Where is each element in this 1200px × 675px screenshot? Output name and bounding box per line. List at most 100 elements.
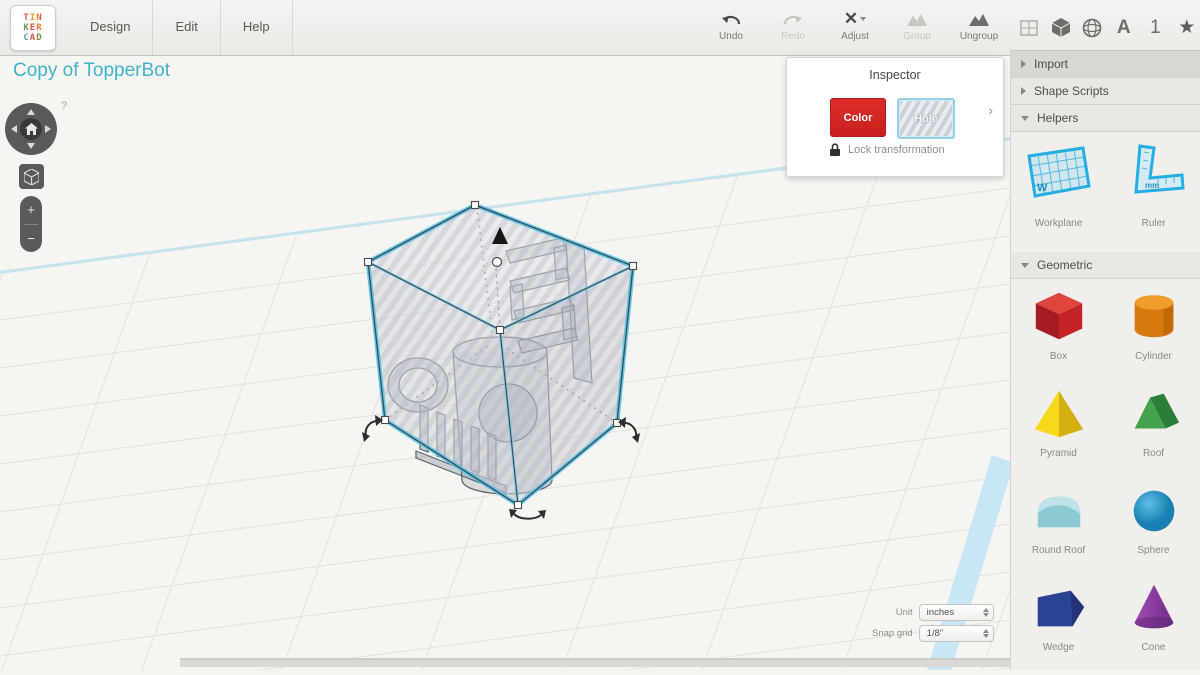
design-title[interactable]: Copy of TopperBot <box>13 60 170 82</box>
unit-label: Unit <box>896 607 913 618</box>
menu-edit[interactable]: Edit <box>153 0 220 55</box>
logo-row: CAD <box>23 33 42 43</box>
helper-workplane[interactable]: W Workplane <box>1011 140 1106 252</box>
snap-grid-select[interactable]: 1/8" <box>919 625 994 642</box>
view-cube-button[interactable] <box>19 164 44 189</box>
workplane-category-button[interactable] <box>1018 15 1041 41</box>
helper-label: Workplane <box>1011 218 1106 229</box>
text-category-button[interactable]: A <box>1113 15 1136 41</box>
snap-grid-label: Snap grid <box>872 628 913 639</box>
chevron-down-icon <box>1021 263 1029 268</box>
orbit-control[interactable] <box>5 103 57 155</box>
holes-category-button[interactable] <box>1081 15 1104 41</box>
chevron-right-icon <box>1021 87 1026 95</box>
group-icon <box>886 8 948 30</box>
ruler-helper-icon: mm <box>1114 140 1194 210</box>
favorites-category-button[interactable]: ★ <box>1176 15 1199 41</box>
adjust-button[interactable]: ✕ Adjust <box>824 0 886 55</box>
stepper-icon <box>983 608 989 617</box>
roof-shape-icon <box>1125 383 1183 443</box>
undo-icon <box>700 8 762 30</box>
tinkercad-logo[interactable]: TIN KER CAD <box>10 5 56 51</box>
home-view-button[interactable] <box>20 118 42 140</box>
chevron-down-icon <box>1021 116 1029 121</box>
cylinder-shape-icon <box>1125 286 1183 346</box>
ungroup-icon <box>948 8 1010 30</box>
section-geometric[interactable]: Geometric <box>1011 252 1200 279</box>
shape-roof[interactable]: Roof <box>1106 376 1200 473</box>
top-toolbar: TIN KER CAD Design Edit Help Undo Redo ✕… <box>0 0 1200 56</box>
logo-row: TIN <box>23 13 42 23</box>
color-swatch-button[interactable]: Color <box>830 98 886 137</box>
redo-icon <box>762 8 824 30</box>
adjust-icon: ✕ <box>824 8 886 30</box>
view-cube-icon <box>24 169 39 185</box>
pyramid-shape-icon <box>1030 383 1088 443</box>
menu-help[interactable]: Help <box>221 0 293 55</box>
redo-button[interactable]: Redo <box>762 0 824 55</box>
top-scale-handle[interactable] <box>493 258 502 267</box>
menu-bar: Design Edit Help <box>68 0 293 55</box>
geometric-shapes-list: Box Cylinder Pyramid Roof <box>1011 279 1200 667</box>
wire-sphere-icon <box>1081 17 1103 39</box>
lock-transformation-label: Lock transformation <box>848 144 945 156</box>
orbit-right-icon[interactable] <box>45 125 51 133</box>
orbit-up-icon[interactable] <box>27 109 35 115</box>
shape-cone[interactable]: Cone <box>1106 570 1200 667</box>
section-shape-scripts[interactable]: Shape Scripts <box>1011 78 1200 105</box>
ruler-unit: mm <box>1145 181 1159 190</box>
group-button[interactable]: Group <box>886 0 948 55</box>
cube-icon <box>1050 16 1072 39</box>
lock-transformation-toggle[interactable]: Lock transformation <box>829 143 945 157</box>
round-roof-shape-icon <box>1030 480 1088 540</box>
logo-row: KER <box>23 23 42 33</box>
chevron-right-icon <box>1021 60 1026 68</box>
grid-settings: Unit inches Snap grid 1/8" <box>872 604 994 642</box>
workplane-grid-icon <box>1018 17 1040 39</box>
helpers-list: W Workplane mm Ruler <box>1011 132 1200 252</box>
solids-category-button[interactable] <box>1050 15 1073 41</box>
shapes-sidebar: Import Shape Scripts Helpers W Workplane <box>1010 50 1200 670</box>
model-topperbot[interactable] <box>362 202 640 520</box>
shape-wedge[interactable]: Wedge <box>1011 570 1106 667</box>
shape-category-bar: A 1 ★ <box>1018 0 1198 55</box>
zoom-out-button[interactable]: − <box>20 225 42 253</box>
zoom-in-button[interactable]: + <box>20 196 42 224</box>
inspector-title: Inspector <box>787 68 1003 82</box>
inspector-expand-chevron[interactable]: › <box>988 102 993 118</box>
canvas-bottom-strip <box>180 658 1010 660</box>
canvas-bottom-strip2 <box>180 660 1010 667</box>
helper-ruler[interactable]: mm Ruler <box>1106 140 1200 252</box>
section-import[interactable]: Import <box>1011 50 1200 78</box>
workplane-helper-icon: W <box>1019 140 1099 210</box>
stepper-icon <box>983 629 989 638</box>
shape-sphere[interactable]: Sphere <box>1106 473 1200 570</box>
inspector-panel: Inspector Color Hole › Lock transformati… <box>786 57 1004 177</box>
box-shape-icon <box>1030 286 1088 346</box>
lock-icon <box>829 143 841 157</box>
action-toolbar: Undo Redo ✕ Adjust Group Ungroup <box>700 0 1012 55</box>
sphere-shape-icon <box>1125 480 1183 540</box>
zoom-control[interactable]: + − <box>20 196 42 252</box>
shape-pyramid[interactable]: Pyramid <box>1011 376 1106 473</box>
orbit-left-icon[interactable] <box>11 125 17 133</box>
shape-round-roof[interactable]: Round Roof <box>1011 473 1106 570</box>
menu-design[interactable]: Design <box>68 0 153 55</box>
snap-grid-value: 1/8" <box>927 628 983 639</box>
nav-help-link[interactable]: ? <box>61 100 67 112</box>
wedge-shape-icon <box>1030 577 1088 637</box>
home-icon <box>25 123 38 135</box>
shape-cylinder[interactable]: Cylinder <box>1106 279 1200 376</box>
section-helpers[interactable]: Helpers <box>1011 105 1200 132</box>
helper-label: Ruler <box>1106 218 1200 229</box>
shape-box[interactable]: Box <box>1011 279 1106 376</box>
ungroup-button[interactable]: Ungroup <box>948 0 1010 55</box>
hole-swatch-button[interactable]: Hole <box>897 98 955 139</box>
cone-shape-icon <box>1125 577 1183 637</box>
workplane-letter: W <box>1037 182 1048 194</box>
unit-value: inches <box>927 607 983 618</box>
unit-select[interactable]: inches <box>919 604 994 621</box>
orbit-down-icon[interactable] <box>27 143 35 149</box>
numbers-category-button[interactable]: 1 <box>1144 15 1167 41</box>
undo-button[interactable]: Undo <box>700 0 762 55</box>
